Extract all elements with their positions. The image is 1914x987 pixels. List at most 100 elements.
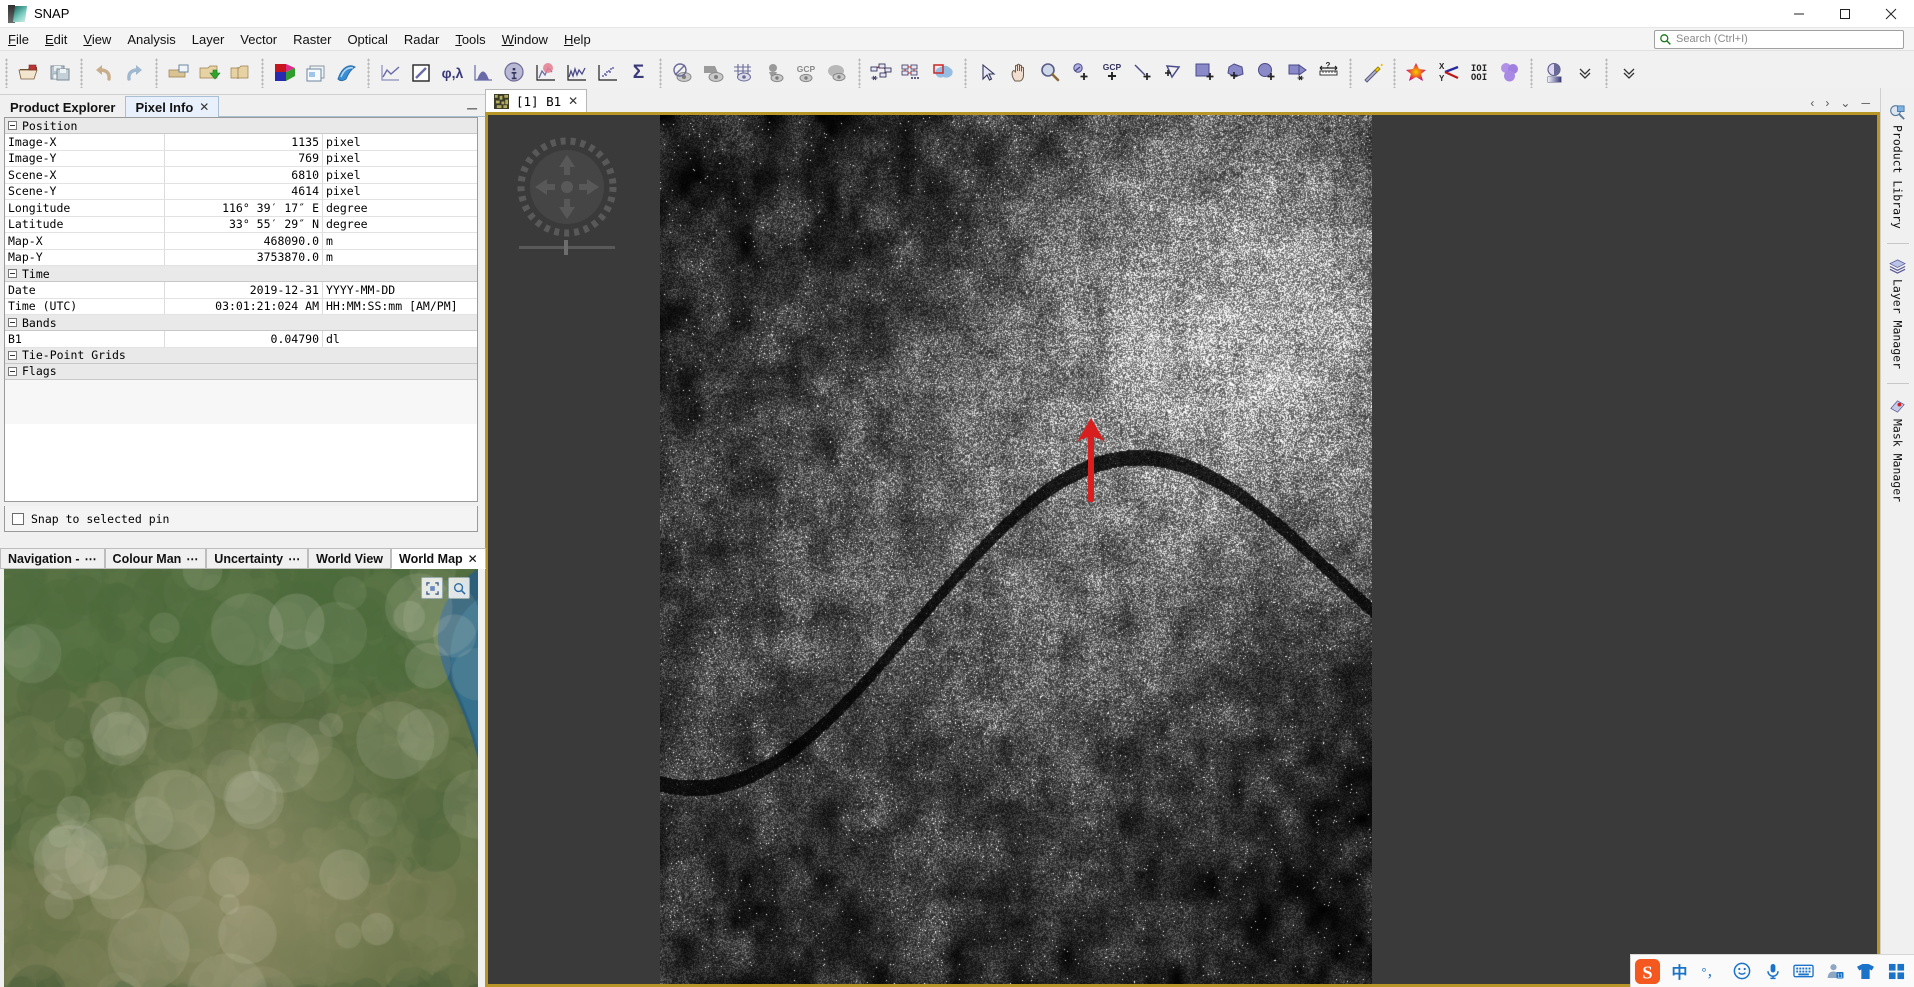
ellipse-drawing-tool-icon[interactable] [1251, 57, 1282, 88]
checkbox-icon[interactable] [12, 513, 24, 525]
collapse-icon[interactable] [8, 269, 17, 278]
left-dock-minimize-button[interactable]: ─ [467, 101, 477, 115]
zoom-selection-icon[interactable] [448, 577, 470, 599]
collapse-icon[interactable] [8, 121, 17, 130]
no-data-overlay-icon[interactable] [667, 57, 698, 88]
batch-processing-icon[interactable] [897, 57, 928, 88]
menu-optical[interactable]: Optical [339, 30, 395, 49]
image-dock-minimize-button[interactable]: ─ [1861, 97, 1870, 109]
voice-input-icon[interactable] [1757, 955, 1788, 987]
gcp-overlay-icon[interactable]: GCP [791, 57, 822, 88]
selection-tool-icon[interactable] [972, 57, 1003, 88]
open-subset-icon[interactable] [163, 57, 194, 88]
tab-pixel-info[interactable]: Pixel Info ✕ [125, 96, 219, 117]
maximize-button[interactable] [1822, 0, 1868, 28]
collapse-icon[interactable] [8, 367, 17, 376]
menu-help[interactable]: Help [556, 30, 599, 49]
pan-tool-icon[interactable] [1003, 57, 1034, 88]
zoom-all-icon[interactable] [421, 577, 443, 599]
tab-world-map[interactable]: World Map ✕ [391, 548, 486, 569]
statistics-icon[interactable]: Σ [623, 57, 654, 88]
navigation-control-overlay[interactable] [515, 137, 619, 262]
tab-navigation[interactable]: Navigation - ⋯ [0, 548, 105, 569]
save-product-icon[interactable] [44, 57, 75, 88]
time-series-icon[interactable] [561, 57, 592, 88]
pixel-info-group-position[interactable]: Position [5, 118, 477, 134]
pixel-info-group-flags[interactable]: Flags [5, 364, 477, 380]
correlative-plot-icon[interactable] [592, 57, 623, 88]
collapse-icon[interactable] [8, 351, 17, 360]
rectangle-drawing-tool-icon[interactable] [1189, 57, 1220, 88]
colour-manipulation-icon[interactable] [331, 57, 362, 88]
redo-icon[interactable] [119, 57, 150, 88]
tab-world-map-close-icon[interactable]: ✕ [468, 552, 478, 566]
tab-scroll-right-icon[interactable]: › [1825, 97, 1829, 109]
contrast-icon[interactable] [1538, 57, 1569, 88]
range-finder-icon[interactable]: ? [1313, 57, 1344, 88]
pixel-info-group-time[interactable]: Time [5, 266, 477, 282]
menu-layer[interactable]: Layer [184, 30, 233, 49]
more-options-icon[interactable] [1569, 57, 1600, 88]
overflow-icon[interactable] [1613, 57, 1644, 88]
open-image-window-icon[interactable] [300, 57, 331, 88]
magic-stick-icon[interactable] [1282, 57, 1313, 88]
cluster-icon[interactable] [1494, 57, 1525, 88]
polygon-drawing-tool-icon[interactable] [1220, 57, 1251, 88]
scatter-plot-icon[interactable] [530, 57, 561, 88]
menu-radar[interactable]: Radar [396, 30, 447, 49]
user-account-icon[interactable]: 11 [1819, 955, 1850, 987]
sidebar-item-layer-manager[interactable]: Layer Manager [1883, 250, 1913, 377]
skin-icon[interactable] [1850, 955, 1881, 987]
snap-to-selected-pin-checkbox[interactable]: Snap to selected pin [4, 506, 478, 532]
tab-image-view-b1[interactable]: [1] B1 ✕ [485, 89, 587, 112]
gcp-placing-tool-icon[interactable]: GCP [1096, 57, 1127, 88]
menu-vector[interactable]: Vector [232, 30, 285, 49]
graph-builder-icon[interactable] [866, 57, 897, 88]
geometry-overlay-icon[interactable] [698, 57, 729, 88]
world-map-view[interactable]: 1 [4, 569, 478, 987]
menu-analysis[interactable]: Analysis [119, 30, 183, 49]
search-input[interactable]: Search (Ctrl+I) [1676, 33, 1748, 45]
menu-edit[interactable]: Edit [37, 30, 75, 49]
menu-file[interactable]: FFileile [0, 30, 37, 49]
world-map-canvas[interactable] [4, 569, 478, 987]
pixel-info-group-tie-point-grids[interactable]: Tie-Point Grids [5, 348, 477, 364]
menu-raster[interactable]: Raster [285, 30, 339, 49]
line-drawing-tool-icon[interactable] [1127, 57, 1158, 88]
magic-wand-icon[interactable] [1357, 57, 1388, 88]
import-product-icon[interactable] [194, 57, 225, 88]
tab-product-explorer[interactable]: Product Explorer [0, 96, 125, 117]
search-box[interactable]: Search (Ctrl+I) [1654, 30, 1904, 49]
zoom-tool-icon[interactable] [1034, 57, 1065, 88]
polyline-drawing-tool-icon[interactable] [1158, 57, 1189, 88]
colour-palette-icon[interactable] [1401, 57, 1432, 88]
pin-placing-tool-icon[interactable] [1065, 57, 1096, 88]
punctuation-mode-icon[interactable]: °， [1695, 955, 1726, 987]
tab-uncertainty[interactable]: Uncertainty ⋯ [206, 548, 308, 569]
undo-icon[interactable] [88, 57, 119, 88]
tab-image-view-close-icon[interactable]: ✕ [568, 94, 578, 108]
minimize-button[interactable] [1776, 0, 1822, 28]
geo-coding-icon[interactable]: φ,λ [437, 57, 468, 88]
tab-pixel-info-close-icon[interactable]: ✕ [199, 100, 209, 114]
menu-view[interactable]: View [75, 30, 119, 49]
information-icon[interactable] [499, 57, 530, 88]
tab-scroll-left-icon[interactable]: ‹ [1810, 97, 1814, 109]
menu-window[interactable]: Window [494, 30, 556, 49]
profile-plot-icon[interactable] [375, 57, 406, 88]
graticule-overlay-icon[interactable] [729, 57, 760, 88]
emoji-icon[interactable] [1726, 955, 1757, 987]
tab-colour-manipulation[interactable]: Colour Man ⋯ [105, 548, 207, 569]
rgb-image-window-icon[interactable] [269, 57, 300, 88]
menu-tools[interactable]: Tools [447, 30, 493, 49]
histogram-icon[interactable] [468, 57, 499, 88]
toolbox-icon[interactable] [1881, 955, 1912, 987]
binary-icon[interactable]: IOIOOI [1463, 57, 1494, 88]
image-view-canvas-frame[interactable] [485, 112, 1880, 987]
xy-plot-icon[interactable]: XY [1432, 57, 1463, 88]
tab-list-icon[interactable]: ⌄ [1840, 97, 1850, 109]
tab-world-view[interactable]: World View [308, 548, 391, 569]
pin-overlay-icon[interactable] [760, 57, 791, 88]
pixel-info-group-bands[interactable]: Bands [5, 315, 477, 331]
subset-region-icon[interactable] [928, 57, 959, 88]
